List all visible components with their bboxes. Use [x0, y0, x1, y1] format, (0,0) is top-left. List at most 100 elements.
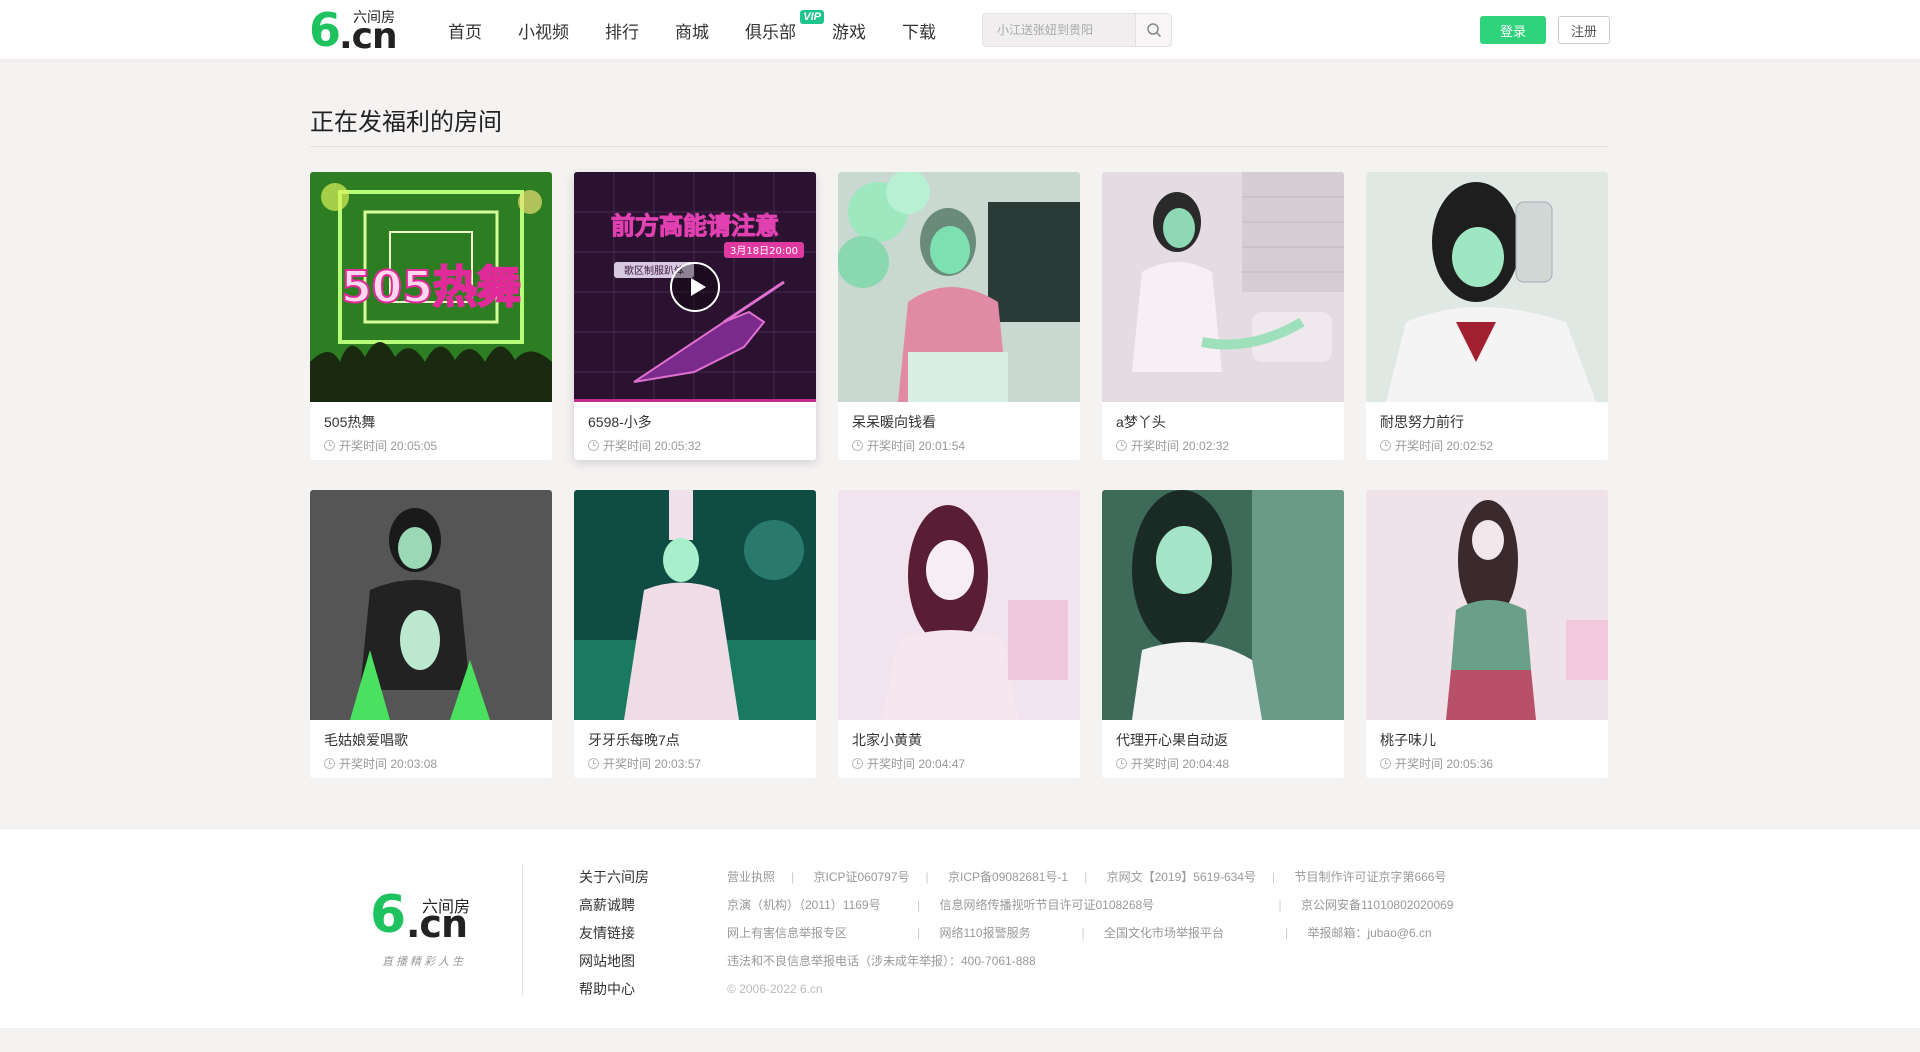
room-thumbnail [1102, 490, 1344, 720]
license-item[interactable]: 举报邮箱：jubao@6.cn [1307, 925, 1431, 941]
license-item[interactable]: 京ICP证060797号 [813, 869, 909, 885]
room-card[interactable]: a梦丫头 开奖时间 20:02:32 [1102, 172, 1344, 460]
draw-time-label: 开奖时间 [1395, 439, 1444, 453]
clock-icon [1116, 440, 1127, 451]
search-icon [1146, 23, 1161, 38]
room-card[interactable]: 前方高能请注意 3月18日20:00 歌区制服趴体 6598-小多 开奖时间 2… [574, 172, 816, 460]
footer-links: 关于六间房 高薪诚聘 友情链接 网站地图 帮助中心 [579, 863, 649, 1003]
draw-time-value: 20:01:54 [918, 438, 966, 453]
clock-icon [588, 758, 599, 769]
main-nav: 首页 小视频 排行 商城 俱乐部 VIP 游戏 下载 [448, 0, 972, 60]
separator: | [917, 926, 921, 940]
streamer-photo [1102, 490, 1344, 720]
nav-ranking[interactable]: 排行 [605, 18, 639, 43]
license-item[interactable]: 营业执照 [727, 869, 775, 885]
license-item[interactable]: 京演（机构）（2011）1169号 [727, 897, 901, 913]
license-row: 营业执照 | 京ICP证060797号 | 京ICP备09082681号-1 | 京网… [727, 869, 1453, 897]
footer-link-friends[interactable]: 友情链接 [579, 919, 649, 947]
license-item[interactable]: 网络110报警服务 [939, 925, 1065, 941]
license-item[interactable]: 信息网络传播视听节目许可证0108268号 [939, 897, 1262, 913]
play-icon[interactable] [670, 262, 720, 312]
nav-games[interactable]: 游戏 [832, 18, 866, 43]
streamer-photo [1102, 172, 1344, 402]
license-item[interactable]: 京网文【2019】5619-634号 [1107, 869, 1256, 885]
footer-link-sitemap[interactable]: 网站地图 [579, 947, 649, 975]
draw-time: 开奖时间 20:02:32 [1102, 432, 1344, 454]
room-card[interactable]: 代理开心果自动返 开奖时间 20:04:48 [1102, 490, 1344, 778]
room-card[interactable]: 毛姑娘爱唱歌 开奖时间 20:03:08 [310, 490, 552, 778]
room-thumbnail [1366, 490, 1608, 720]
draw-time-label: 开奖时间 [867, 757, 916, 771]
room-card[interactable]: 牙牙乐每晚7点 开奖时间 20:03:57 [574, 490, 816, 778]
clock-icon [1116, 758, 1127, 769]
room-card[interactable]: 505热舞 505热舞 开奖时间 20:05:05 [310, 172, 552, 460]
separator: | [1084, 870, 1088, 884]
draw-time-label: 开奖时间 [1131, 439, 1180, 453]
room-thumbnail [1366, 172, 1608, 402]
poster-title: 前方高能请注意 [611, 212, 779, 240]
nav-short-video[interactable]: 小视频 [518, 18, 569, 43]
nav-mall[interactable]: 商城 [675, 18, 709, 43]
room-name: a梦丫头 [1116, 414, 1166, 430]
draw-time: 开奖时间 20:04:47 [838, 750, 1080, 772]
room-thumbnail [310, 490, 552, 720]
register-button[interactable]: 注册 [1558, 16, 1610, 44]
room-name: 6598-小多 [588, 414, 652, 430]
separator: | [1278, 898, 1282, 912]
room-name: 505热舞 [324, 414, 376, 430]
draw-time-value: 20:04:48 [1182, 756, 1230, 771]
nav-home[interactable]: 首页 [448, 18, 482, 43]
room-card[interactable]: 桃子味儿 开奖时间 20:05:36 [1366, 490, 1608, 778]
draw-time-value: 20:03:57 [654, 756, 702, 771]
copyright: © 2006-2022 6.cn [727, 982, 823, 996]
page-title: 正在发福利的房间 [310, 109, 502, 136]
title-divider [310, 146, 1608, 147]
site-logo[interactable]: 6 .cn 六间房 [309, 3, 401, 57]
clock-icon [1380, 440, 1391, 451]
streamer-photo [838, 490, 1080, 720]
room-thumbnail: 505热舞 [310, 172, 552, 402]
separator: | [917, 898, 921, 912]
draw-time-value: 20:05:32 [654, 438, 702, 453]
draw-time-label: 开奖时间 [603, 439, 652, 453]
footer-link-jobs[interactable]: 高薪诚聘 [579, 891, 649, 919]
logo-mark: 6 [309, 3, 342, 57]
license-item[interactable]: 全国文化市场举报平台 [1104, 925, 1269, 941]
footer-logo-text: 六间房 [422, 899, 471, 916]
streamer-photo [838, 172, 1080, 402]
search-input[interactable] [983, 14, 1138, 46]
license-item[interactable]: 京ICP备09082681号-1 [948, 869, 1068, 885]
license-item[interactable]: 京公网安备11010802020069 [1301, 897, 1454, 913]
room-card[interactable]: 呆呆暖向钱看 开奖时间 20:01:54 [838, 172, 1080, 460]
draw-time: 开奖时间 20:03:57 [574, 750, 816, 772]
separator: | [1271, 870, 1276, 884]
room-card[interactable]: 北家小黄黄 开奖时间 20:04:47 [838, 490, 1080, 778]
separator: | [925, 870, 929, 884]
footer-link-help[interactable]: 帮助中心 [579, 975, 649, 1003]
draw-time: 开奖时间 20:02:52 [1366, 432, 1608, 454]
nav-download[interactable]: 下载 [902, 18, 936, 43]
site-footer: 6 .cn 六间房 直播精彩人生 关于六间房 高薪诚聘 友情链接 网站地图 帮助… [0, 828, 1920, 1028]
report-phone: 违法和不良信息举报电话（涉未成年举报）：400-7061-888 [727, 954, 1036, 968]
clock-icon [324, 440, 335, 451]
poster-title: 505热舞 [341, 262, 521, 313]
room-thumbnail [838, 490, 1080, 720]
footer-logo[interactable]: 6 .cn 六间房 [370, 889, 480, 951]
room-card[interactable]: 耐思努力前行 开奖时间 20:02:52 [1366, 172, 1608, 460]
top-navbar: 6 .cn 六间房 首页 小视频 排行 商城 俱乐部 VIP 游戏 下载 登录 注… [0, 0, 1920, 60]
poster-date: 3月18日20:00 [730, 245, 798, 257]
draw-time-label: 开奖时间 [339, 439, 388, 453]
draw-time-value: 20:05:36 [1446, 756, 1494, 771]
page-bottom [0, 1028, 1920, 1052]
draw-time-label: 开奖时间 [867, 439, 916, 453]
footer-link-about[interactable]: 关于六间房 [579, 863, 649, 891]
license-item[interactable]: 节目制作许可证京字第666号 [1294, 869, 1446, 885]
room-name: 代理开心果自动返 [1116, 732, 1228, 748]
room-grid: 505热舞 505热舞 开奖时间 20:05:05 前方高能请注意 3月18日2… [310, 172, 1610, 778]
draw-time-label: 开奖时间 [603, 757, 652, 771]
streamer-photo [310, 490, 552, 720]
login-button[interactable]: 登录 [1480, 16, 1546, 44]
license-item[interactable]: 网上有害信息举报专区 [727, 925, 901, 941]
search-button[interactable] [1135, 14, 1171, 46]
nav-club[interactable]: 俱乐部 VIP [745, 9, 824, 43]
